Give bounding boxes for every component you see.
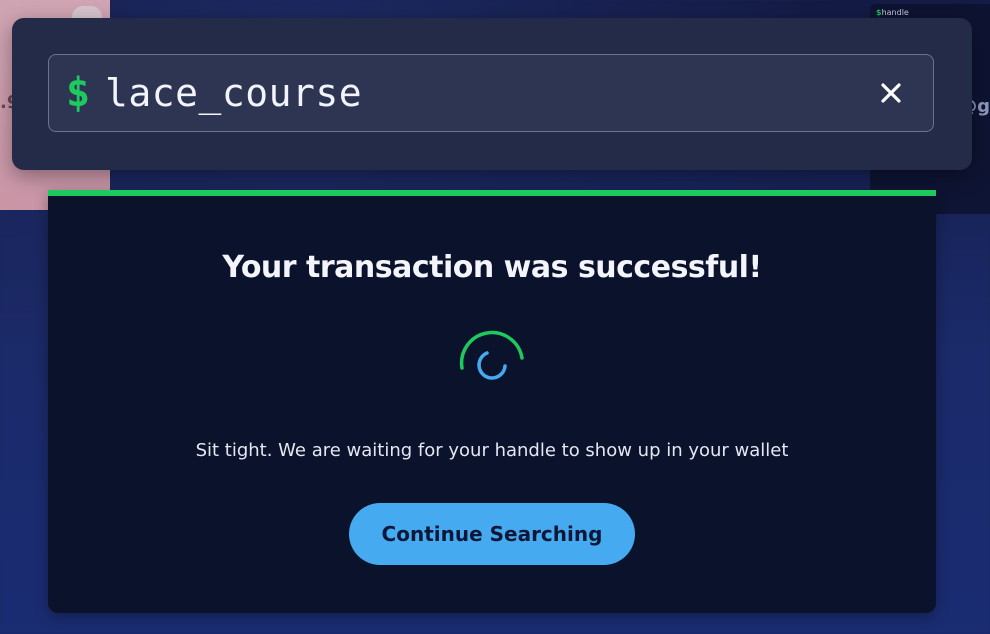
result-title: Your transaction was successful! — [222, 250, 762, 285]
search-panel: $ lace_course — [12, 18, 972, 170]
wait-message: Sit tight. We are waiting for your handl… — [195, 440, 789, 461]
search-input-value[interactable]: lace_course — [105, 71, 871, 115]
dollar-sign-icon: $ — [65, 70, 91, 116]
background-handle-label: $handle — [876, 8, 909, 17]
transaction-result-card: Your transaction was successful! Sit tig… — [48, 190, 936, 613]
close-icon — [881, 83, 901, 103]
success-status-bar — [48, 190, 936, 196]
loading-spinner-icon — [459, 330, 524, 380]
continue-searching-button[interactable]: Continue Searching — [349, 503, 635, 565]
clear-search-button[interactable] — [871, 73, 911, 113]
search-field[interactable]: $ lace_course — [48, 54, 934, 132]
